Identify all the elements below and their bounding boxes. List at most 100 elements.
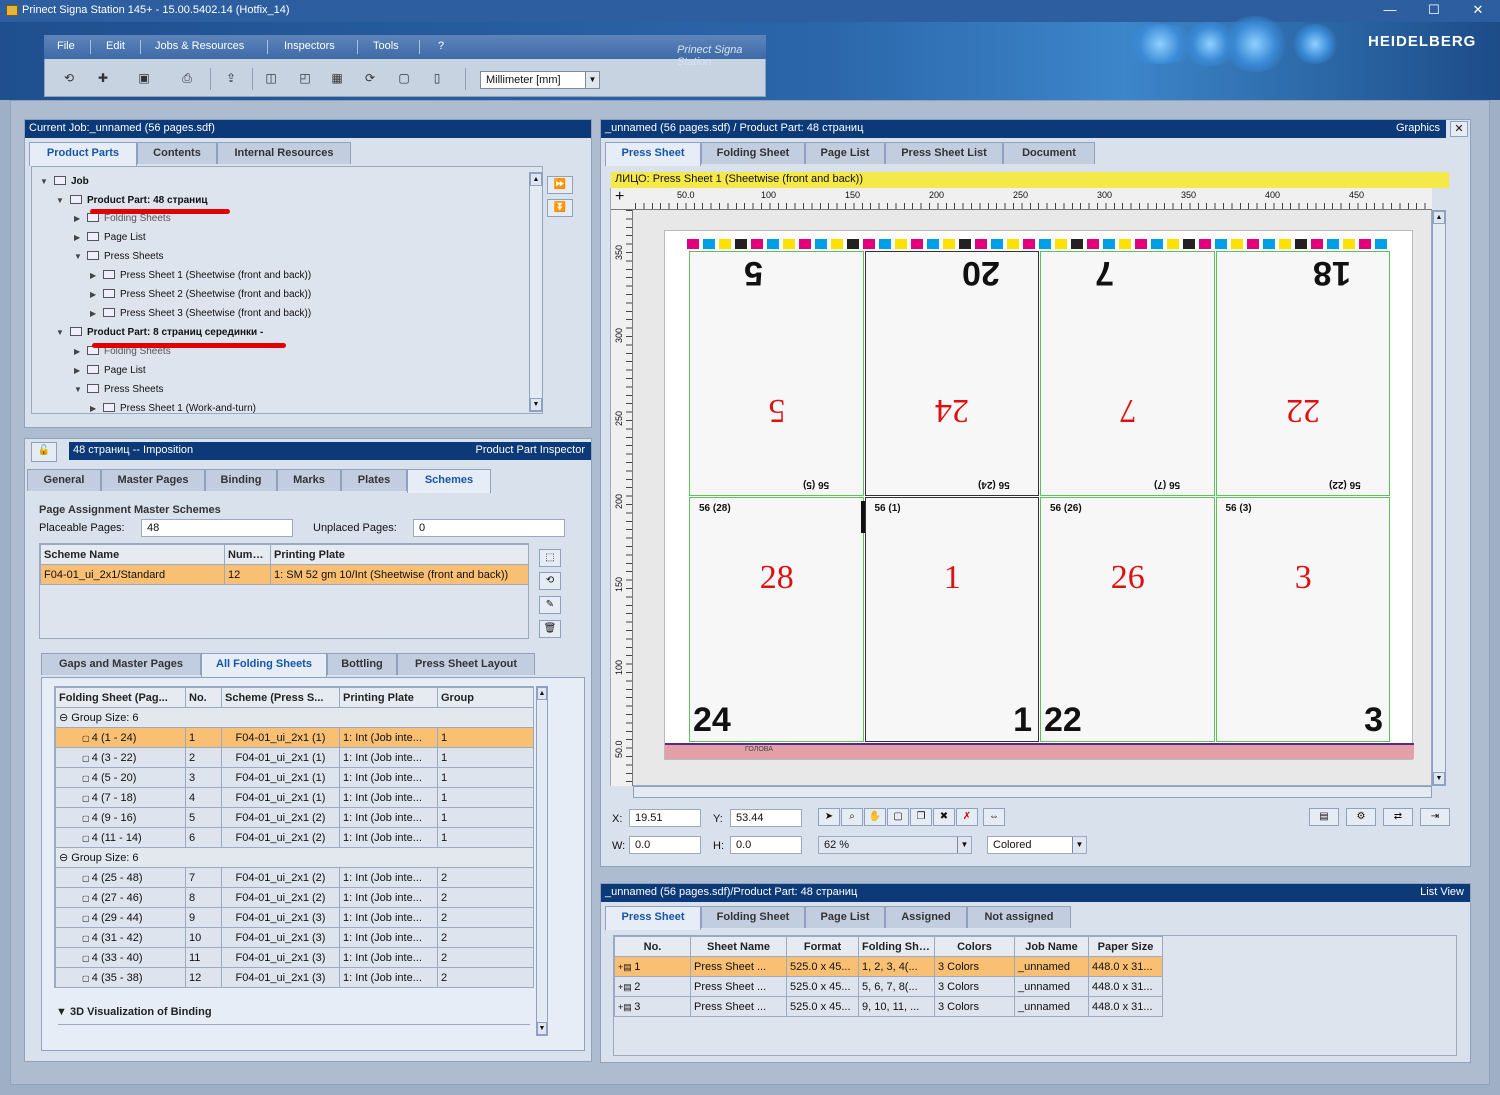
document-icon[interactable]: ▯ [428, 70, 446, 86]
tree-folding-sheets-1[interactable]: Folding Sheets [87, 213, 171, 224]
press-sheet[interactable]: 5 5 56 (5) 20 24 56 (24) 7 7 56 (7) 18 22 56 (22) 56… [664, 230, 1414, 760]
tab-binding[interactable]: Binding [205, 469, 277, 491]
col-number[interactable]: Number [224, 544, 271, 565]
zoom-select[interactable]: 62 % ▼ [818, 836, 972, 854]
mark-tool-icon[interactable]: ▦ [328, 70, 346, 86]
open-job-icon[interactable]: ⟲ [60, 70, 78, 86]
placeable-field[interactable]: 48 [141, 519, 293, 537]
tab-product-parts[interactable]: Product Parts [29, 142, 137, 166]
hand-icon[interactable]: ✋ [864, 808, 886, 826]
delete-icon[interactable]: ✗ [956, 808, 978, 826]
menu-jobs-resources[interactable]: Jobs & Resources [155, 40, 244, 52]
fs-scrollbar[interactable]: ▲ ▼ [536, 686, 548, 1036]
ruler-origin-icon[interactable]: + [615, 188, 624, 206]
maximize-button[interactable]: ☐ [1412, 0, 1456, 22]
col-plate[interactable]: Printing Plate [339, 687, 438, 708]
tab-press-sheet-layout[interactable]: Press Sheet Layout [397, 653, 535, 675]
edit-scheme-icon[interactable]: ✎ [539, 596, 561, 614]
table-row[interactable]: ▢ 4 (11 - 14) 6 F04-01_ui_2x1 (2) 1: Int (J… [55, 827, 533, 848]
tab-master-pages[interactable]: Master Pages [101, 469, 205, 491]
menu-help[interactable]: ? [438, 40, 444, 52]
menu-inspectors[interactable]: Inspectors [284, 40, 335, 52]
tab-lv-press-sheet[interactable]: Press Sheet [605, 906, 701, 930]
tab-all-folding-sheets[interactable]: All Folding Sheets [201, 653, 327, 677]
tab-document[interactable]: Document [1003, 142, 1095, 164]
sheet-tool-icon[interactable]: ▢ [395, 70, 413, 86]
tab-bottling[interactable]: Bottling [327, 653, 397, 675]
lv-col-header[interactable]: Format [786, 936, 859, 957]
view-options-icon[interactable]: ⚙ [1346, 808, 1376, 826]
col-scheme-name[interactable]: Scheme Name [40, 544, 225, 565]
table-row[interactable]: ▢ 4 (35 - 38) 12 F04-01_ui_2x1 (3) 1: Int (… [55, 967, 533, 987]
color-mode-select[interactable]: Colored ▼ [987, 836, 1087, 854]
pane-icon[interactable]: ⇥ [1420, 808, 1450, 826]
tab-general[interactable]: General [27, 469, 101, 491]
pointer-icon[interactable]: ➤ [818, 808, 840, 826]
canvas-vscroll[interactable]: ▲ ▼ [1432, 210, 1446, 786]
table-row[interactable]: ▢ 4 (9 - 16) 5 F04-01_ui_2x1 (2) 1: Int (Jo… [55, 807, 533, 828]
table-row[interactable]: ▢ 4 (33 - 40) 11 F04-01_ui_2x1 (3) 1: Int (… [55, 947, 533, 968]
group-row[interactable]: ⊖ Group Size: 6 [55, 847, 533, 868]
refresh-scheme-icon[interactable]: ⟲ [539, 572, 561, 590]
close-button[interactable]: ✕ [1456, 0, 1500, 22]
zoom-icon[interactable]: ⌕ [841, 808, 863, 826]
tree-page-list-2[interactable]: Page List [87, 365, 146, 376]
canvas-hscroll[interactable] [633, 786, 1432, 798]
frame-icon[interactable]: ▢ [887, 808, 909, 826]
group-row[interactable]: ⊖ Group Size: 6 [55, 707, 533, 728]
tree-product-part-8[interactable]: Product Part: 8 страниц серединки - [70, 327, 263, 338]
list-item[interactable]: +▤ 2 Press Sheet ... 525.0 x 45... 5, 6, 7,… [614, 976, 1163, 997]
w-field[interactable]: 0.0 [629, 836, 701, 854]
scheme-row[interactable]: F04-01_ui_2x1/Standard 12 1: SM 52 gm 10… [40, 564, 529, 585]
tab-press-sheet[interactable]: Press Sheet [605, 142, 701, 166]
tab-internal-resources[interactable]: Internal Resources [217, 142, 351, 164]
tree-job[interactable]: Job [54, 176, 89, 187]
tab-lv-page-list[interactable]: Page List [805, 906, 885, 928]
h-field[interactable]: 0.0 [730, 836, 802, 854]
menu-tools[interactable]: Tools [373, 40, 399, 52]
tab-schemes[interactable]: Schemes [407, 469, 491, 493]
menu-edit[interactable]: Edit [106, 40, 125, 52]
table-row[interactable]: ▢ 4 (5 - 20) 3 F04-01_ui_2x1 (1) 1: Int (Jo… [55, 767, 533, 788]
tab-lv-assigned[interactable]: Assigned [885, 906, 967, 928]
tab-gaps-master-pages[interactable]: Gaps and Master Pages [41, 653, 201, 675]
fit-icon[interactable]: ⇔ [983, 808, 1005, 826]
tree-product-part-48[interactable]: Product Part: 48 страниц [70, 195, 207, 206]
lv-col-header[interactable]: Colors [934, 936, 1015, 957]
lv-col-header[interactable]: Paper Size [1088, 936, 1163, 957]
y-field[interactable]: 53.44 [730, 809, 802, 827]
select-scheme-icon[interactable]: ⬚ [539, 549, 561, 567]
units-select[interactable]: Millimeter [mm] ▼ [480, 71, 600, 89]
collapse-icon[interactable]: ⏬ [547, 199, 573, 217]
table-row[interactable]: ▢ 4 (31 - 42) 10 F04-01_ui_2x1 (3) 1: Int (… [55, 927, 533, 948]
delete-scheme-icon[interactable]: 🗑 [539, 620, 561, 638]
save-icon[interactable]: ▣ [135, 70, 153, 86]
new-job-icon[interactable]: ✚ [94, 70, 112, 86]
tree-scrollbar[interactable]: ▲ ▼ [529, 172, 543, 412]
export-icon[interactable]: ⇪ [222, 70, 240, 86]
col-group[interactable]: Group [437, 687, 533, 708]
tree-press-sheets-2[interactable]: Press Sheets [87, 384, 163, 395]
col-folding-sheet[interactable]: Folding Sheet (Pag... [55, 687, 186, 708]
flip-icon[interactable]: ⇄ [1383, 808, 1413, 826]
expand-icon[interactable]: ⏩ [547, 176, 573, 194]
tab-lv-folding-sheet[interactable]: Folding Sheet [701, 906, 805, 928]
rotate-tool-icon[interactable]: ⟳ [361, 70, 379, 86]
col-no[interactable]: No. [185, 687, 222, 708]
minimize-button[interactable]: — [1368, 0, 1412, 22]
tree-press-sheet-wt[interactable]: Press Sheet 1 (Work-and-turn) [103, 403, 256, 414]
col-printing-plate[interactable]: Printing Plate [270, 544, 529, 565]
tab-lv-not-assigned[interactable]: Not assigned [967, 906, 1071, 928]
x-field[interactable]: 19.51 [629, 809, 701, 827]
lock-icon[interactable]: 🔓 [31, 442, 57, 462]
lv-col-header[interactable]: Job Name [1014, 936, 1089, 957]
tab-marks[interactable]: Marks [277, 469, 341, 491]
tab-page-list[interactable]: Page List [805, 142, 885, 164]
page-tool-icon[interactable]: ◰ [296, 70, 314, 86]
tree-press-sheet-1[interactable]: Press Sheet 1 (Sheetwise (front and back… [103, 270, 311, 281]
table-row[interactable]: ▢ 4 (25 - 48) 7 F04-01_ui_2x1 (2) 1: Int (J… [55, 867, 533, 888]
copy-icon[interactable]: ❐ [910, 808, 932, 826]
unplaced-field[interactable]: 0 [413, 519, 565, 537]
tab-plates[interactable]: Plates [341, 469, 407, 491]
tab-press-sheet-list[interactable]: Press Sheet List [885, 142, 1003, 164]
